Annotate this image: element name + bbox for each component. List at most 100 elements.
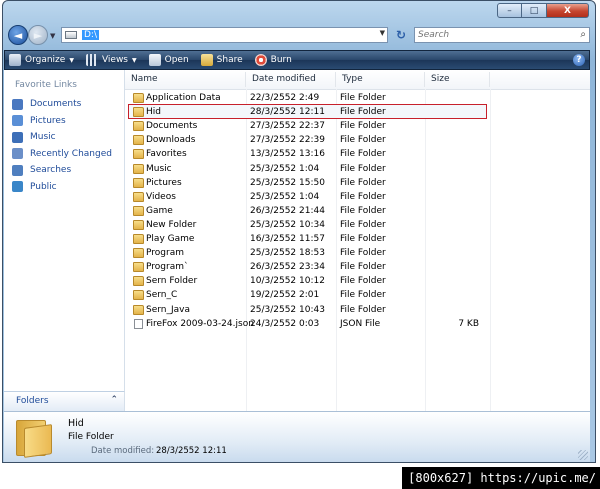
caption-buttons: – □ X xyxy=(497,3,589,18)
favorite-link-documents[interactable]: Documents xyxy=(12,96,112,113)
column-header-name[interactable]: Name xyxy=(125,72,246,87)
file-name: Documents xyxy=(146,121,198,132)
favorite-link-searches[interactable]: Searches xyxy=(12,162,112,179)
help-button[interactable]: ? xyxy=(573,54,585,66)
file-type: File Folder xyxy=(340,149,386,160)
downloads-folder-icon xyxy=(133,135,144,146)
folders-toggle[interactable]: Folders ⌃ xyxy=(4,391,125,411)
json-file-icon xyxy=(134,318,143,329)
recent-icon xyxy=(12,148,23,160)
file-name: Sern_C xyxy=(146,290,178,301)
column-header-date[interactable]: Date modified xyxy=(246,72,336,87)
file-row[interactable]: Documents 27/3/2552 22:37 File Folder xyxy=(125,119,490,133)
file-row[interactable]: Application Data 22/3/2552 2:49 File Folde… xyxy=(125,91,490,105)
file-name: Game xyxy=(146,205,173,216)
resize-grip[interactable] xyxy=(578,450,588,460)
file-row[interactable]: Sern_C 19/2/2552 2:01 File Folder xyxy=(125,288,490,302)
public-icon xyxy=(12,181,23,193)
favorite-link-public[interactable]: Public xyxy=(12,179,112,196)
videos-folder-icon xyxy=(133,191,144,202)
file-date-modified: 25/3/2552 1:04 xyxy=(250,191,320,202)
favorite-link-pictures[interactable]: Pictures xyxy=(12,113,112,130)
search-icon[interactable]: ⌕ xyxy=(580,29,586,40)
file-row[interactable]: Pictures 25/3/2552 15:50 File Folder xyxy=(125,176,490,190)
file-row[interactable]: Sern_Java 25/3/2552 10:43 File Folder xyxy=(125,303,490,317)
favorite-link-music[interactable]: Music xyxy=(12,129,112,146)
file-row[interactable]: New Folder 25/3/2552 10:34 File Folder xyxy=(125,218,490,232)
file-name: Pictures xyxy=(146,177,182,188)
folder-icon xyxy=(133,248,144,259)
file-date-modified: 27/3/2552 22:37 xyxy=(250,121,325,132)
file-name: Application Data xyxy=(146,93,221,103)
searches-icon xyxy=(12,164,23,176)
favorite-link-label: Recently Changed xyxy=(30,148,112,159)
burn-button[interactable]: Burn xyxy=(251,51,296,69)
burn-label: Burn xyxy=(270,55,292,65)
file-row[interactable]: Program 25/3/2552 18:53 File Folder xyxy=(125,246,490,260)
favorite-link-label: Searches xyxy=(30,165,72,176)
file-row[interactable]: Hid 28/3/2552 12:11 File Folder xyxy=(125,104,490,120)
column-divider xyxy=(490,89,491,411)
file-type: File Folder xyxy=(340,262,386,273)
organize-icon xyxy=(9,54,21,66)
file-date-modified: 26/3/2552 21:44 xyxy=(250,205,325,216)
file-row[interactable]: FireFox 2009-03-24.json 24/3/2552 0:03 JSO… xyxy=(125,317,490,331)
file-row[interactable]: Game 26/3/2552 21:44 File Folder xyxy=(125,204,490,218)
file-row[interactable]: Sern Folder 10/3/2552 10:12 File Folder xyxy=(125,274,490,288)
file-type: File Folder xyxy=(340,234,386,244)
close-button[interactable]: X xyxy=(547,3,589,18)
file-name: Videos xyxy=(146,191,176,202)
watermark: [800x627] https://upic.me/ xyxy=(402,467,600,489)
file-date-modified: 13/3/2552 13:16 xyxy=(250,149,325,160)
file-type: File Folder xyxy=(340,121,386,132)
open-button[interactable]: Open xyxy=(145,51,193,69)
refresh-icon: ↻ xyxy=(395,28,407,42)
column-header-type[interactable]: Type xyxy=(336,72,425,87)
share-button[interactable]: Share xyxy=(197,51,247,69)
address-dropdown-icon[interactable]: ▼ xyxy=(380,29,385,37)
minimize-button[interactable]: – xyxy=(497,3,522,18)
organize-button[interactable]: Organize ▼ xyxy=(5,51,78,69)
file-list: Name Date modified Type Size Application… xyxy=(125,70,590,411)
recent-pages-dropdown[interactable]: ▼ xyxy=(50,32,55,40)
file-name: Sern Folder xyxy=(146,276,198,287)
search-box[interactable]: ⌕ xyxy=(414,27,590,43)
file-row[interactable]: Videos 25/3/2552 1:04 File Folder xyxy=(125,190,490,204)
file-row[interactable]: Program` 26/3/2552 23:34 File Folder xyxy=(125,260,490,274)
views-button[interactable]: Views ▼ xyxy=(82,51,141,69)
file-row[interactable]: Music 25/3/2552 1:04 File Folder xyxy=(125,162,490,176)
address-path[interactable]: D:\ xyxy=(82,30,99,40)
back-button[interactable]: ◄ xyxy=(8,25,28,45)
music-folder-icon xyxy=(133,163,144,174)
maximize-button[interactable]: □ xyxy=(522,3,547,18)
column-header-size[interactable]: Size xyxy=(425,72,490,87)
file-name: Sern_Java xyxy=(146,304,191,315)
file-type: File Folder xyxy=(340,135,386,146)
file-row[interactable]: Play Game 16/3/2552 11:57 File Folder xyxy=(125,232,490,246)
folder-icon xyxy=(133,93,144,103)
forward-arrow-icon: ► xyxy=(33,28,43,42)
burn-icon xyxy=(254,54,267,66)
file-date-modified: 25/3/2552 15:50 xyxy=(250,177,325,188)
file-type: JSON File xyxy=(340,318,381,329)
favorites-folder-icon xyxy=(133,149,144,160)
folder-icon xyxy=(133,290,144,301)
folder-icon xyxy=(16,418,54,458)
pictures-folder-icon xyxy=(133,177,144,188)
address-bar[interactable]: D:\ ▼ xyxy=(61,27,388,43)
forward-button[interactable]: ► xyxy=(28,25,48,45)
search-input[interactable] xyxy=(418,28,568,42)
refresh-button[interactable]: ↻ xyxy=(392,27,410,43)
file-type: File Folder xyxy=(340,304,386,315)
file-row[interactable]: Favorites 13/3/2552 13:16 File Folder xyxy=(125,147,490,161)
file-date-modified: 16/3/2552 11:57 xyxy=(250,234,325,244)
file-date-modified: 10/3/2552 10:12 xyxy=(250,276,325,287)
chevron-up-icon: ⌃ xyxy=(110,395,118,405)
file-row[interactable]: Downloads 27/3/2552 22:39 File Folder xyxy=(125,133,490,147)
favorite-link-recently-changed[interactable]: Recently Changed xyxy=(12,146,112,163)
file-type: File Folder xyxy=(340,93,386,103)
file-name: Program` xyxy=(146,262,189,273)
favorite-link-label: Public xyxy=(30,181,57,192)
open-icon xyxy=(148,54,161,66)
folder-icon xyxy=(133,107,144,118)
